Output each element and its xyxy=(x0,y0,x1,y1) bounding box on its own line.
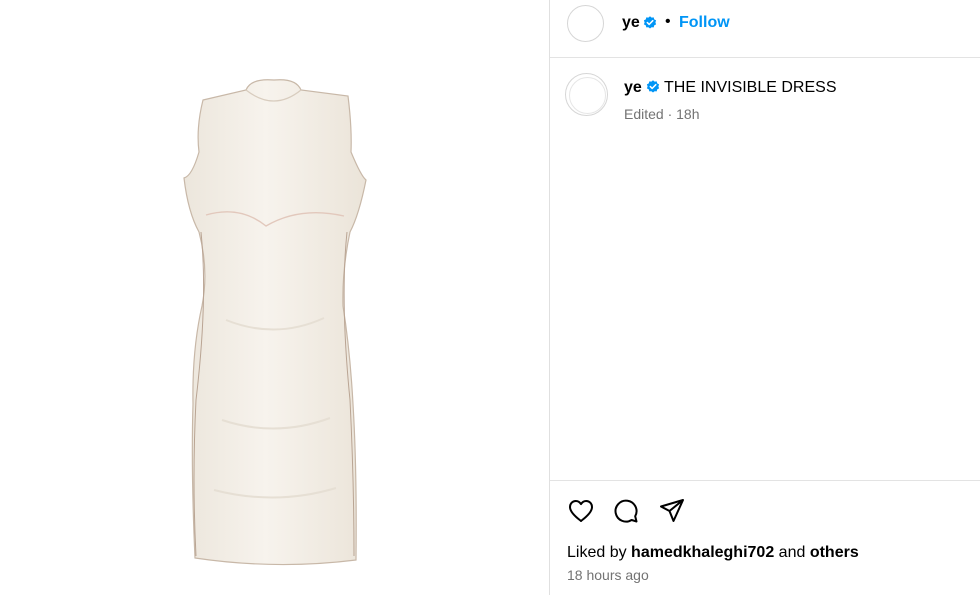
post-header: ye • Follow xyxy=(550,0,980,58)
caption-username[interactable]: ye xyxy=(624,79,642,97)
liked-by-prefix: Liked by xyxy=(567,544,627,561)
avatar[interactable] xyxy=(567,5,604,42)
liked-by-user[interactable]: hamedkhaleghi702 xyxy=(631,544,774,561)
dress-silhouette xyxy=(183,79,367,566)
follow-button[interactable]: Follow xyxy=(679,14,730,32)
caption-meta: Edited · 18h xyxy=(624,106,700,122)
caption-avatar[interactable] xyxy=(565,73,608,116)
liked-by-text: Liked by hamedkhaleghi702 and others xyxy=(567,544,859,562)
verified-badge-icon xyxy=(646,80,660,93)
caption-text: THE INVISIBLE DRESS xyxy=(664,79,837,96)
post-timestamp[interactable]: 18 hours ago xyxy=(567,567,649,583)
header-username[interactable]: ye xyxy=(622,14,640,32)
paper-plane-icon[interactable] xyxy=(658,497,686,525)
verified-badge-icon xyxy=(643,16,657,29)
post-media[interactable] xyxy=(0,0,549,595)
separator-dot: • xyxy=(665,13,671,30)
heart-icon[interactable] xyxy=(567,497,595,525)
liked-by-others[interactable]: others xyxy=(810,544,859,561)
dress-photo xyxy=(183,79,367,566)
liked-by-connector: and xyxy=(778,544,806,561)
action-bar: Liked by hamedkhaleghi702 and others 18 … xyxy=(550,480,980,595)
comment-bubble-icon[interactable] xyxy=(612,497,640,525)
